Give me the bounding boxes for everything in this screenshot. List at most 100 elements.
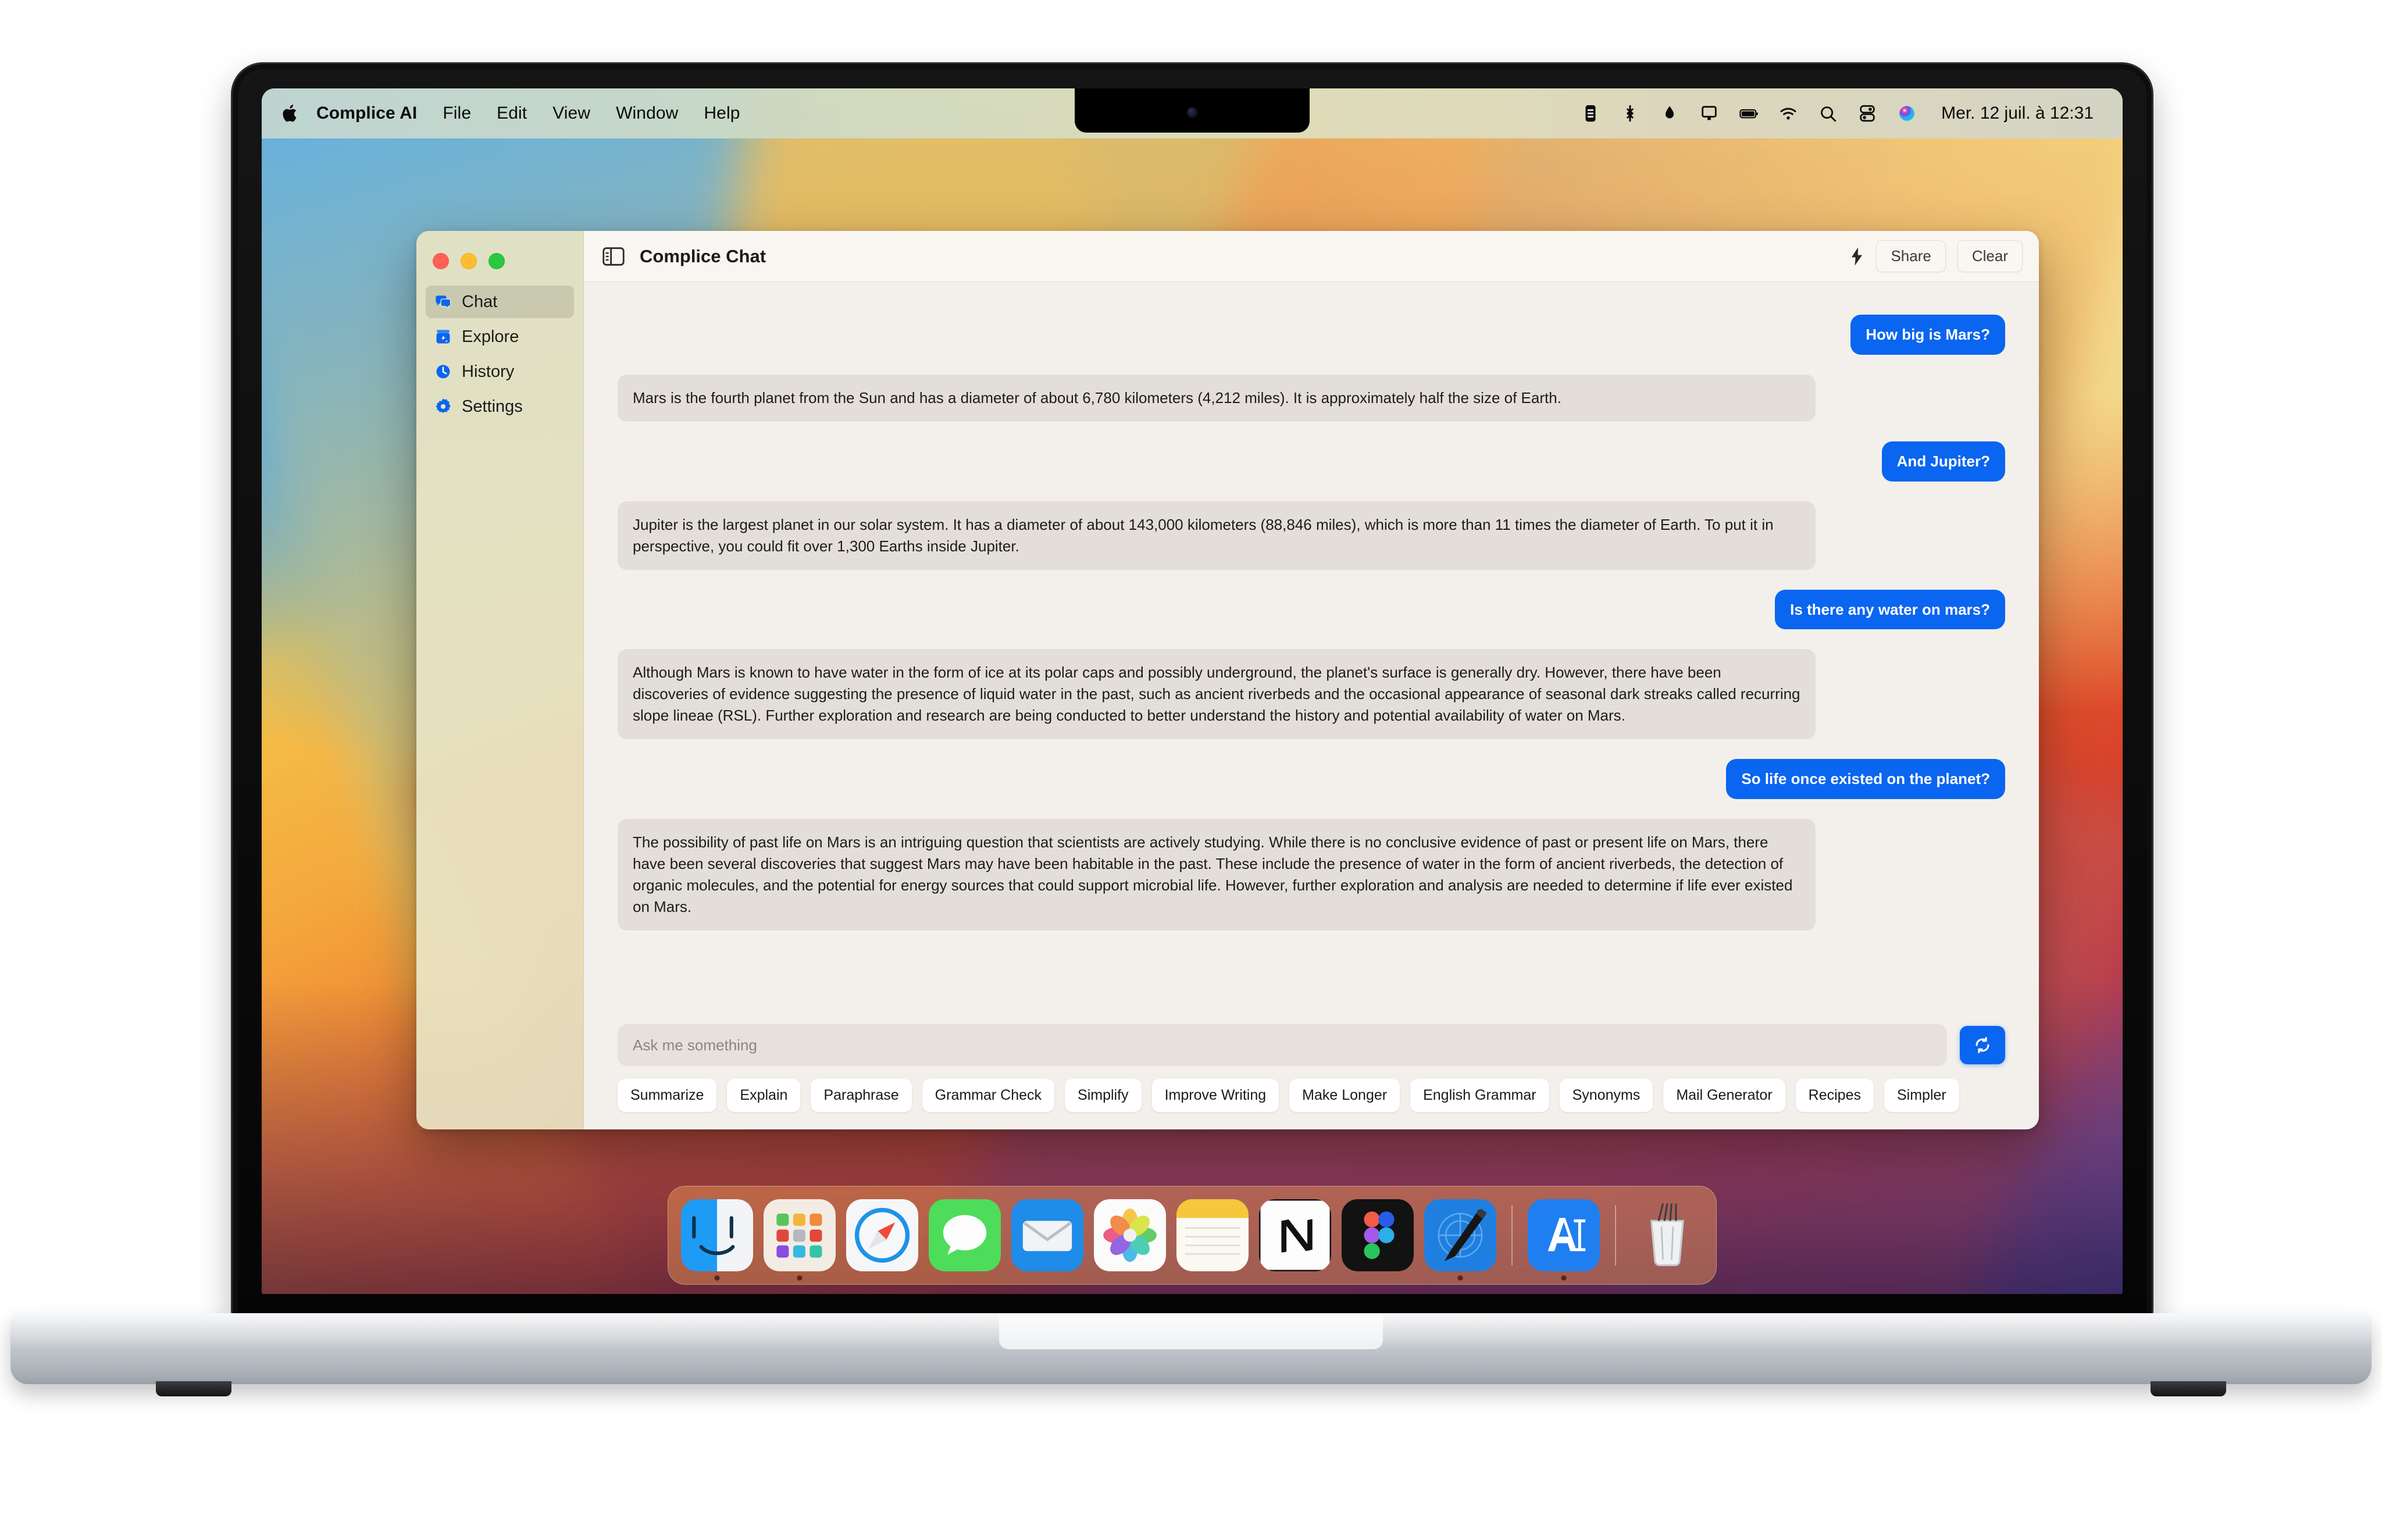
- chip-make-longer[interactable]: Make Longer: [1289, 1079, 1400, 1112]
- chip-simpler[interactable]: Simpler: [1884, 1079, 1959, 1112]
- dock-item-messages[interactable]: [929, 1199, 1001, 1271]
- macos-dock: [668, 1186, 1717, 1285]
- dock-item-launchpad[interactable]: [764, 1199, 836, 1281]
- user-message-bubble: And Jupiter?: [1881, 441, 2005, 482]
- apple-logo-icon[interactable]: [281, 103, 299, 124]
- chip-synonyms[interactable]: Synonyms: [1559, 1079, 1653, 1112]
- user-message-bubble: So life once existed on the planet?: [1726, 759, 2005, 800]
- dock-item-finder[interactable]: [681, 1199, 753, 1281]
- dock-item-complice-ai[interactable]: [1528, 1199, 1600, 1281]
- safari-icon: [846, 1199, 918, 1271]
- running-indicator: [1561, 1275, 1567, 1281]
- chip-explain[interactable]: Explain: [727, 1079, 801, 1112]
- search-icon[interactable]: [1818, 104, 1838, 123]
- assistant-message-bubble: Although Mars is known to have water in …: [618, 649, 1816, 740]
- dock-item-mail[interactable]: [1011, 1199, 1083, 1271]
- maximize-button[interactable]: [488, 253, 505, 269]
- chat-bubbles-icon: [436, 295, 451, 309]
- chip-summarize[interactable]: Summarize: [618, 1079, 717, 1112]
- chat-row: So life once existed on the planet?: [618, 759, 2005, 800]
- gear-icon: [436, 398, 451, 413]
- dock-item-photos[interactable]: [1094, 1199, 1166, 1271]
- trash-icon: [1650, 1203, 1684, 1267]
- laptop-base: [10, 1313, 2372, 1384]
- control-center-icon[interactable]: [1857, 104, 1877, 123]
- page-title: Complice Chat: [640, 245, 766, 266]
- chip-simplify[interactable]: Simplify: [1065, 1079, 1142, 1112]
- menubar-item-complice-ai[interactable]: Complice AI: [316, 88, 430, 138]
- chip-recipes[interactable]: Recipes: [1795, 1079, 1874, 1112]
- facetime-camera-icon: [1188, 108, 1197, 117]
- chat-row: The possibility of past life on Mars is …: [618, 819, 2005, 931]
- macbook-pro-mockup: Complice AI File Edit View Window Help M…: [0, 0, 2382, 1540]
- app-main-panel: Complice Chat Share Clear How big is Mar…: [584, 231, 2039, 1129]
- app-sidebar: Chat Explore History Settings: [416, 231, 584, 1129]
- chat-row: How big is Mars?: [618, 315, 2005, 355]
- share-button[interactable]: Share: [1876, 240, 1946, 272]
- message-input[interactable]: Ask me something: [618, 1024, 1947, 1066]
- sidebar-item-chat[interactable]: Chat: [426, 286, 574, 318]
- clear-button[interactable]: Clear: [1957, 240, 2023, 272]
- assistant-message-bubble: Jupiter is the largest planet in our sol…: [618, 501, 1816, 570]
- menubar-item-window[interactable]: Window: [603, 88, 691, 138]
- chip-paraphrase[interactable]: Paraphrase: [811, 1079, 912, 1112]
- clock-icon: [436, 365, 450, 379]
- assistant-message-bubble: The possibility of past life on Mars is …: [618, 819, 1816, 931]
- menubar-item-file[interactable]: File: [430, 88, 484, 138]
- titlebar-actions: Share Clear: [1849, 240, 2023, 272]
- assistant-message-bubble: Mars is the fourth planet from the Sun a…: [618, 374, 1816, 422]
- bluetooth-icon[interactable]: [1620, 104, 1640, 123]
- base-lip: [999, 1313, 1383, 1349]
- dock-separator: [1511, 1205, 1513, 1265]
- window-controls: [416, 244, 583, 286]
- sidebar-item-settings[interactable]: Settings: [426, 390, 574, 423]
- dock-item-xcode[interactable]: [1424, 1199, 1496, 1281]
- running-indicator: [797, 1275, 803, 1281]
- dock-item-trash[interactable]: [1631, 1199, 1703, 1271]
- chat-message-list[interactable]: How big is Mars? Mars is the fourth plan…: [584, 282, 2039, 1024]
- sidebar-item-history[interactable]: History: [426, 355, 574, 388]
- minimize-button[interactable]: [461, 253, 477, 269]
- display-notch: [1075, 88, 1310, 133]
- dock-item-notes[interactable]: [1176, 1199, 1249, 1271]
- laptop-foot-right: [2151, 1381, 2226, 1396]
- battery-icon[interactable]: [1739, 104, 1759, 123]
- running-indicator: [714, 1275, 720, 1281]
- chip-english-grammar[interactable]: English Grammar: [1410, 1079, 1549, 1112]
- messages-icon: [929, 1199, 1001, 1271]
- display-icon[interactable]: [1699, 104, 1719, 123]
- running-indicator: [1457, 1275, 1463, 1281]
- siri-icon[interactable]: [1897, 104, 1917, 123]
- menubar-status-area: Mer. 12 juil. à 12:31: [1581, 104, 2103, 123]
- refresh-arrows-icon: [1976, 1037, 1989, 1053]
- lightning-bolt-icon[interactable]: [1849, 247, 1864, 266]
- chip-mail-generator[interactable]: Mail Generator: [1663, 1079, 1785, 1112]
- menubar-item-edit[interactable]: Edit: [484, 88, 540, 138]
- laptop-foot-left: [156, 1381, 231, 1396]
- complice-ai-icon: [1528, 1199, 1600, 1271]
- chip-grammar-check[interactable]: Grammar Check: [922, 1079, 1055, 1112]
- chat-row: Although Mars is known to have water in …: [618, 649, 2005, 740]
- menubar-clock[interactable]: Mer. 12 juil. à 12:31: [1941, 104, 2094, 123]
- chip-improve-writing[interactable]: Improve Writing: [1151, 1079, 1279, 1112]
- user-message-bubble: Is there any water on mars?: [1775, 589, 2005, 630]
- text-formatting-icon[interactable]: [1581, 104, 1600, 123]
- close-button[interactable]: [433, 253, 449, 269]
- menubar-item-help[interactable]: Help: [691, 88, 753, 138]
- dock-item-figma[interactable]: [1342, 1199, 1414, 1271]
- sidebar-item-label: Settings: [462, 397, 523, 416]
- explore-box-icon: [436, 330, 450, 344]
- sidebar-item-label: History: [462, 362, 515, 381]
- laptop-screen: Complice AI File Edit View Window Help M…: [262, 88, 2123, 1294]
- water-drop-icon[interactable]: [1660, 104, 1679, 123]
- dock-item-safari[interactable]: [846, 1199, 918, 1271]
- menubar-item-view[interactable]: View: [540, 88, 603, 138]
- notes-icon: [1176, 1199, 1249, 1271]
- sidebar-item-label: Explore: [462, 327, 519, 346]
- sidebar-item-explore[interactable]: Explore: [426, 320, 574, 353]
- chat-row: Jupiter is the largest planet in our sol…: [618, 501, 2005, 570]
- dock-item-notion[interactable]: [1259, 1199, 1331, 1271]
- send-button[interactable]: [1960, 1026, 2005, 1064]
- sidebar-toggle-icon[interactable]: [602, 247, 625, 266]
- wifi-icon[interactable]: [1778, 104, 1798, 123]
